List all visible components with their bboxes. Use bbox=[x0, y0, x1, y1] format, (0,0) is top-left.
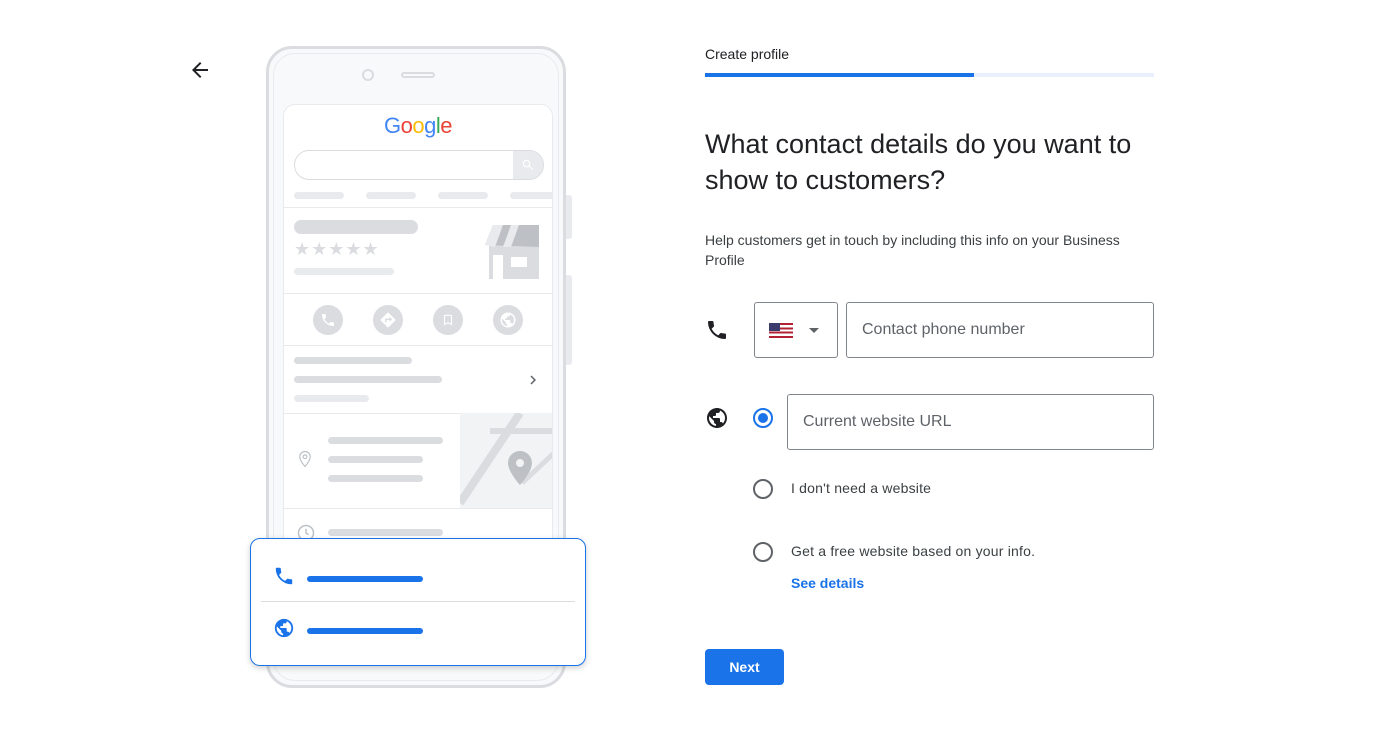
back-arrow-icon[interactable] bbox=[188, 58, 212, 82]
website-url-input[interactable] bbox=[787, 394, 1154, 450]
globe-icon bbox=[493, 305, 523, 335]
logo-letter: g bbox=[424, 113, 436, 138]
see-details-link[interactable]: See details bbox=[791, 575, 864, 591]
overlay-website-row bbox=[273, 617, 423, 644]
bookmark-icon bbox=[433, 305, 463, 335]
progress-fill bbox=[705, 73, 975, 77]
next-button[interactable]: Next bbox=[705, 649, 784, 685]
tab-placeholder bbox=[510, 192, 552, 199]
phone-speaker bbox=[401, 72, 435, 78]
logo-letter: G bbox=[383, 113, 401, 138]
logo-letter: o bbox=[412, 113, 425, 138]
text-placeholder bbox=[294, 395, 369, 402]
free-website-radio[interactable] bbox=[753, 542, 773, 562]
website-line-placeholder bbox=[307, 627, 423, 634]
google-logo: Google bbox=[284, 113, 552, 139]
text-placeholder bbox=[294, 376, 442, 383]
text-placeholder bbox=[328, 437, 443, 444]
globe-icon bbox=[273, 617, 295, 644]
phone-icon bbox=[705, 318, 729, 342]
step-label: Create profile bbox=[705, 46, 790, 62]
text-placeholder bbox=[294, 357, 412, 364]
logo-letter: o bbox=[400, 113, 413, 138]
chevron-right-icon bbox=[524, 371, 542, 394]
progress-bar bbox=[705, 73, 1154, 77]
tab-placeholder bbox=[366, 192, 416, 199]
text-placeholder bbox=[328, 475, 423, 482]
search-icon bbox=[513, 151, 543, 179]
text-placeholder bbox=[294, 268, 394, 275]
phone-side-button bbox=[566, 195, 572, 239]
phone-icon bbox=[313, 305, 343, 335]
phone-screen: Google ★★★★★ bbox=[283, 104, 553, 604]
tab-placeholder bbox=[294, 192, 344, 199]
map-thumbnail bbox=[460, 413, 552, 508]
phone-camera bbox=[362, 69, 374, 81]
divider bbox=[284, 508, 552, 509]
logo-letter: e bbox=[440, 113, 452, 138]
search-bar-illustration bbox=[294, 150, 544, 180]
business-name-placeholder bbox=[294, 220, 418, 234]
rating-stars: ★★★★★ bbox=[294, 239, 380, 260]
website-url-radio[interactable] bbox=[753, 408, 773, 428]
divider bbox=[284, 345, 552, 346]
divider bbox=[284, 207, 552, 208]
page-heading: What contact details do you want to show… bbox=[705, 129, 1132, 195]
location-pin-icon bbox=[296, 449, 314, 474]
storefront-icon bbox=[481, 221, 543, 284]
phone-icon bbox=[273, 565, 295, 592]
phone-number-input[interactable] bbox=[846, 302, 1154, 358]
country-code-select[interactable] bbox=[754, 302, 838, 358]
phone-side-button bbox=[566, 275, 572, 365]
tab-placeholder bbox=[438, 192, 488, 199]
page-subtext: Help customers get in touch by including… bbox=[705, 232, 1120, 268]
dropdown-arrow-icon bbox=[809, 327, 819, 333]
text-placeholder bbox=[328, 456, 423, 463]
us-flag-icon bbox=[769, 322, 793, 338]
free-website-label[interactable]: Get a free website based on your info. bbox=[791, 543, 1035, 559]
directions-icon bbox=[373, 305, 403, 335]
phone-line-placeholder bbox=[307, 575, 423, 582]
overlay-phone-row bbox=[273, 565, 423, 592]
contact-details-card bbox=[250, 538, 586, 666]
globe-icon bbox=[705, 406, 729, 430]
text-placeholder bbox=[328, 529, 443, 536]
no-website-label[interactable]: I don't need a website bbox=[791, 480, 931, 496]
divider bbox=[284, 293, 552, 294]
divider bbox=[261, 601, 575, 602]
no-website-radio[interactable] bbox=[753, 479, 773, 499]
